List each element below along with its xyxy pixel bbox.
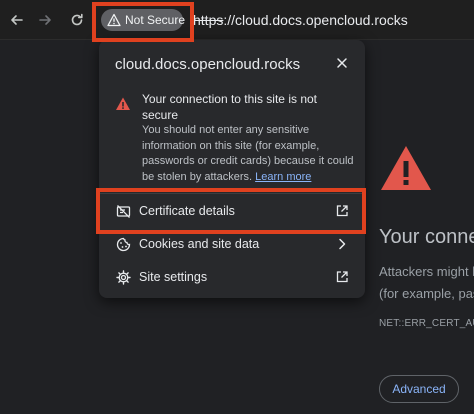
- divider: [99, 193, 365, 194]
- arrow-right-icon: [39, 15, 51, 25]
- security-body-text: You should not enter any sensitive infor…: [142, 124, 354, 183]
- not-secure-badge[interactable]: Not Secure: [101, 9, 186, 31]
- learn-more-link[interactable]: Learn more: [255, 171, 311, 183]
- gear-icon: [116, 269, 131, 285]
- popup-title: cloud.docs.opencloud.rocks: [115, 56, 301, 73]
- reload-icon: [71, 13, 83, 26]
- open-in-new-icon: [336, 271, 348, 283]
- reload-button[interactable]: [66, 9, 88, 31]
- warning-icon: [116, 97, 130, 110]
- menu-item-label: Certificate details: [139, 204, 235, 218]
- chevron-right-icon: [339, 238, 346, 250]
- url-host: ://cloud.docs.opencloud.rocks: [223, 12, 408, 28]
- site-settings-item[interactable]: Site settings: [99, 262, 365, 292]
- arrow-left-icon: [11, 15, 23, 25]
- back-button[interactable]: [6, 9, 28, 31]
- error-title: Your conne: [379, 226, 474, 248]
- url-scheme: https: [193, 12, 224, 28]
- menu-item-label: Cookies and site data: [139, 237, 260, 251]
- certificate-off-icon: [116, 204, 131, 218]
- certificate-details-item[interactable]: Certificate details: [99, 196, 365, 226]
- advanced-button[interactable]: Advanced: [379, 375, 459, 403]
- menu-item-label: Site settings: [139, 270, 208, 284]
- error-code: NET::ERR_CERT_AU: [379, 318, 474, 329]
- error-text-line: (for example, pas: [379, 286, 474, 301]
- browser-toolbar: Not Secure https://cloud.docs.opencloud.…: [0, 0, 474, 40]
- error-warning-icon: [381, 146, 431, 190]
- cookie-icon: [116, 237, 131, 251]
- forward-button[interactable]: [34, 9, 56, 31]
- open-in-new-icon: [336, 205, 348, 217]
- security-heading: Your connection to this site is not secu…: [142, 92, 317, 122]
- close-icon[interactable]: [335, 56, 349, 70]
- badge-label: Not Secure: [125, 13, 186, 27]
- error-text-line: Attackers might l: [379, 264, 474, 279]
- warning-icon: [107, 13, 121, 27]
- address-bar[interactable]: https://cloud.docs.opencloud.rocks: [193, 12, 408, 28]
- cookies-site-data-item[interactable]: Cookies and site data: [99, 229, 365, 259]
- site-info-popup: cloud.docs.opencloud.rocks Your connecti…: [99, 40, 365, 298]
- security-body: You should not enter any sensitive infor…: [142, 123, 358, 185]
